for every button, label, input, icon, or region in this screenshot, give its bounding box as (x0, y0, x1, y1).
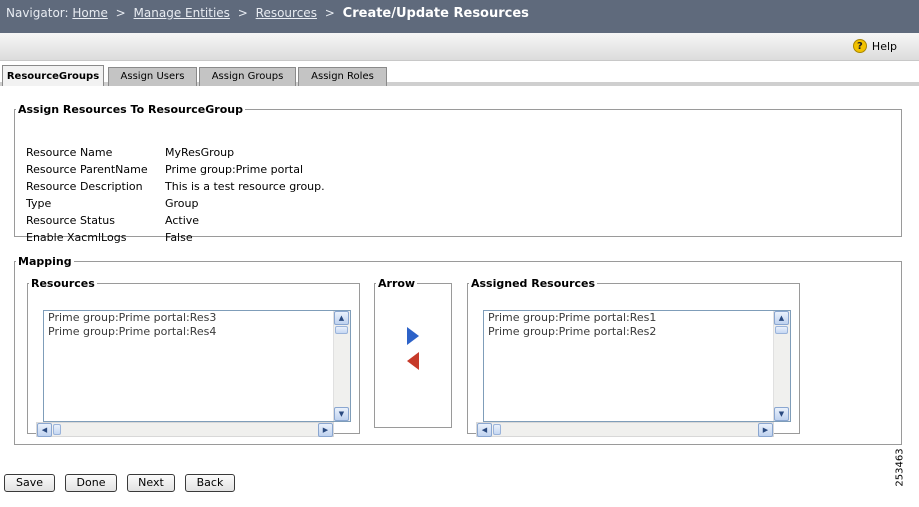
resources-horizontal-scrollbar[interactable]: ◀ ▶ (36, 422, 334, 437)
breadcrumb-separator: > (324, 6, 335, 20)
info-value-xacml-logs: False (165, 231, 193, 244)
info-value-status: Active (165, 214, 200, 227)
list-item[interactable]: Prime group:Prime portal:Res1 (484, 311, 790, 325)
toolbar: ? Help (0, 33, 919, 61)
info-label-description: Resource Description (26, 180, 143, 193)
breadcrumb-separator: > (237, 6, 248, 20)
scroll-thumb[interactable] (53, 424, 61, 435)
breadcrumb-manage-entities[interactable]: Manage Entities (134, 6, 230, 20)
breadcrumb-separator: > (115, 6, 126, 20)
scroll-thumb[interactable] (335, 326, 348, 334)
mapping-legend: Mapping (18, 255, 72, 268)
save-button[interactable]: Save (4, 474, 55, 492)
assigned-resources-legend: Assigned Resources (471, 277, 596, 290)
tab-assign-roles[interactable]: Assign Roles (298, 67, 387, 86)
help-label: Help (871, 39, 897, 53)
list-item[interactable]: Prime group:Prime portal:Res4 (44, 325, 350, 339)
scroll-up-icon[interactable]: ▲ (334, 311, 349, 325)
scroll-left-icon[interactable]: ◀ (477, 423, 492, 437)
scroll-down-icon[interactable]: ▼ (334, 407, 349, 421)
scroll-left-icon[interactable]: ◀ (37, 423, 52, 437)
resources-vertical-scrollbar[interactable]: ▲ ▼ (333, 311, 350, 421)
assigned-resources-panel: Assigned Resources Prime group:Prime por… (467, 277, 800, 437)
scroll-down-icon[interactable]: ▼ (774, 407, 789, 421)
resource-group-info: Assign Resources To ResourceGroup Resour… (14, 103, 902, 244)
scroll-thumb[interactable] (493, 424, 501, 435)
scroll-thumb[interactable] (775, 326, 788, 334)
info-label-resource-name: Resource Name (26, 146, 113, 159)
info-label-xacml-logs: Enable XacmlLogs (26, 231, 127, 244)
arrow-legend: Arrow (378, 277, 416, 290)
tab-assign-groups[interactable]: Assign Groups (199, 67, 296, 86)
info-legend: Assign Resources To ResourceGroup (18, 103, 243, 116)
tab-resourcegroups[interactable]: ResourceGroups (2, 65, 104, 86)
assigned-vertical-scrollbar[interactable]: ▲ ▼ (773, 311, 790, 421)
breadcrumb-home[interactable]: Home (72, 6, 107, 20)
page-title: Create/Update Resources (342, 6, 529, 21)
list-item[interactable]: Prime group:Prime portal:Res2 (484, 325, 790, 339)
assigned-resources-listbox[interactable]: Prime group:Prime portal:Res1 Prime grou… (483, 310, 791, 422)
assigned-horizontal-scrollbar[interactable]: ◀ ▶ (476, 422, 774, 437)
info-label-status: Resource Status (26, 214, 115, 227)
resources-panel: Resources Prime group:Prime portal:Res3 … (27, 277, 360, 437)
arrow-panel: Arrow (374, 277, 452, 428)
info-label-type: Type (26, 197, 52, 210)
remove-arrow-button[interactable] (386, 350, 440, 372)
scroll-right-icon[interactable]: ▶ (318, 423, 333, 437)
done-button[interactable]: Done (65, 474, 117, 492)
info-value-resource-name: MyResGroup (165, 146, 235, 159)
navigator-bar: Navigator: Home > Manage Entities > Reso… (0, 0, 919, 33)
figure-id: 253463 (894, 448, 906, 487)
back-button[interactable]: Back (185, 474, 235, 492)
info-value-parent-name: Prime group:Prime portal (165, 163, 303, 176)
list-item[interactable]: Prime group:Prime portal:Res3 (44, 311, 350, 325)
tab-strip: ResourceGroups Assign Users Assign Group… (0, 61, 919, 86)
breadcrumb-resources[interactable]: Resources (256, 6, 317, 20)
navigator-label: Navigator: (6, 6, 69, 20)
resources-legend: Resources (31, 277, 95, 290)
resources-listbox[interactable]: Prime group:Prime portal:Res3 Prime grou… (43, 310, 351, 422)
assign-arrow-button[interactable] (386, 325, 440, 347)
tab-assign-users[interactable]: Assign Users (108, 67, 197, 86)
arrow-left-icon (407, 352, 419, 370)
help-icon: ? (852, 39, 867, 53)
info-value-description: This is a test resource group. (165, 180, 325, 193)
help-link[interactable]: ? Help (852, 39, 897, 53)
info-label-parent-name: Resource ParentName (26, 163, 148, 176)
info-value-type: Group (165, 197, 199, 210)
scroll-up-icon[interactable]: ▲ (774, 311, 789, 325)
next-button[interactable]: Next (127, 474, 175, 492)
scroll-right-icon[interactable]: ▶ (758, 423, 773, 437)
arrow-right-icon (407, 327, 419, 345)
